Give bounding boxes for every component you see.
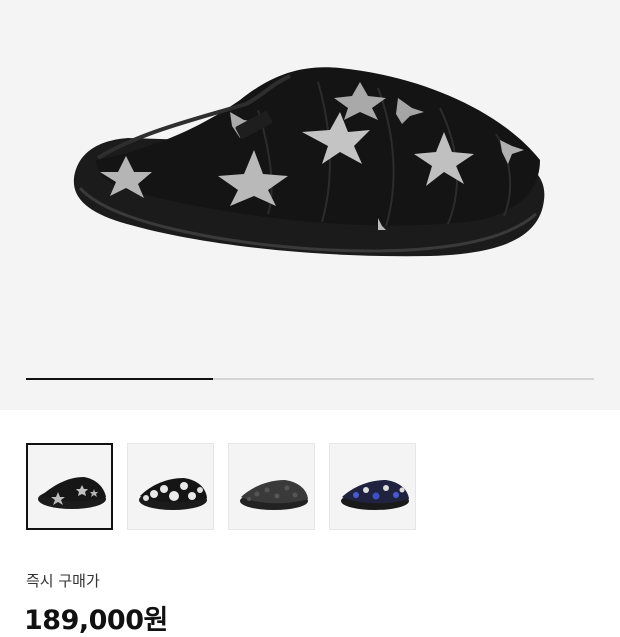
thumbnail-polka-dot[interactable] xyxy=(127,443,214,530)
gallery-progress-track xyxy=(26,378,594,380)
thumbnail-leopard[interactable] xyxy=(228,443,315,530)
thumbnail-black-star[interactable] xyxy=(26,443,113,530)
slipper-image xyxy=(73,67,545,257)
black-star-slipper-thumb xyxy=(38,477,106,509)
purchase-label: 즉시 구매가 xyxy=(26,572,100,590)
product-image-carousel[interactable] xyxy=(0,0,620,410)
thumbnail-navy-dot[interactable] xyxy=(329,443,416,530)
price: 189,000원 xyxy=(24,605,168,636)
gallery-progress-fill xyxy=(26,378,214,380)
polka-dot-slipper-thumb xyxy=(139,478,207,510)
navy-dot-slipper-thumb xyxy=(341,480,409,510)
leopard-slipper-thumb xyxy=(240,480,308,510)
